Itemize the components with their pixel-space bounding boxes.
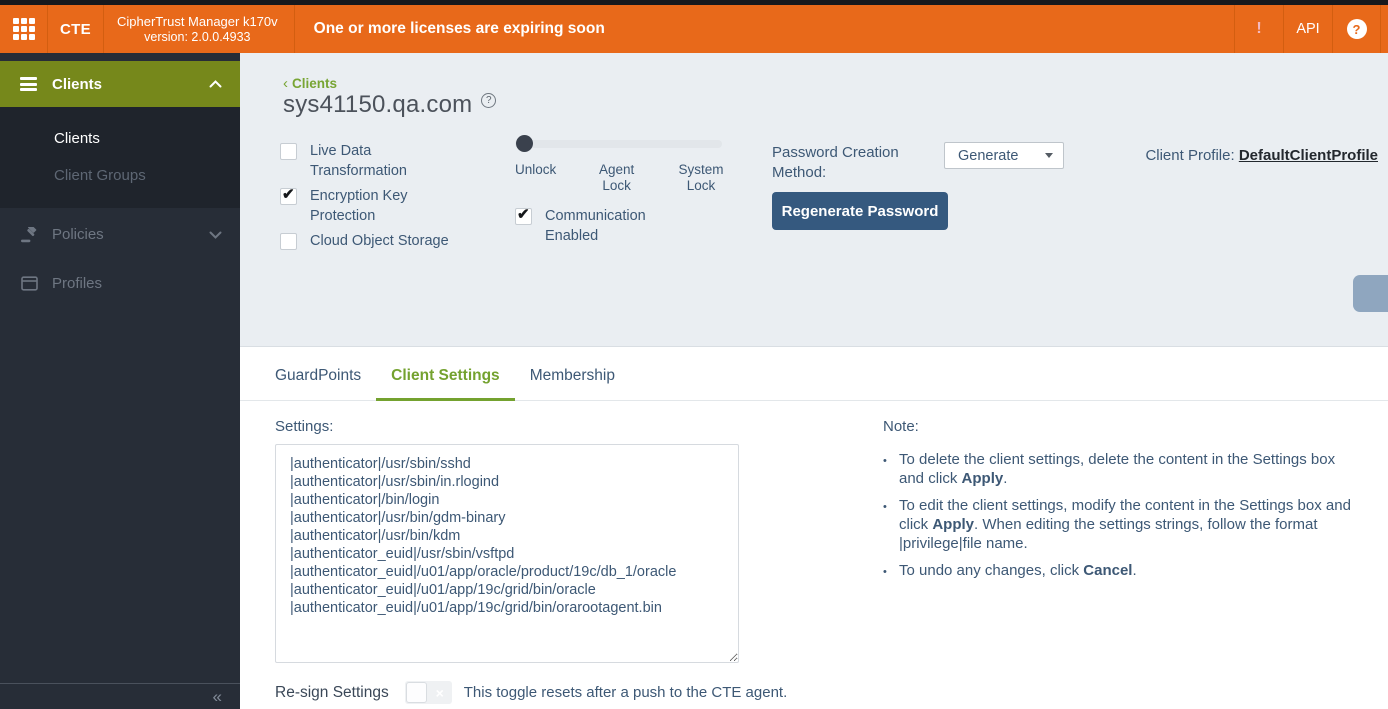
checkbox-row-live-data-transformation: Live Data Transformation [280,141,470,181]
sidebar-submenu: Clients Client Groups [0,107,240,208]
tab-bar: GuardPoints Client Settings Membership [240,347,1388,401]
bullet-icon: • [883,561,899,582]
toggle-knob [406,682,427,703]
settings-textarea[interactable]: |authenticator|/usr/sbin/sshd |authentic… [275,444,739,663]
page: CTE CipherTrust Manager k170v version: 2… [0,0,1388,709]
sidebar-item-policies[interactable]: Policies [0,212,240,257]
help-icon: ? [1347,19,1367,39]
chevron-up-icon [209,80,222,88]
note-bullet: • To undo any changes, click Cancel. [883,561,1351,582]
profiles-icon [20,276,38,291]
lock-slider: Unlock Agent Lock System Lock [515,140,725,194]
sidebar-item-client-groups[interactable]: Client Groups [0,157,240,194]
breadcrumb[interactable]: ‹Clients [283,75,337,92]
note-bullet: • To delete the client settings, delete … [883,450,1351,488]
main-content: ‹Clients sys41150.qa.com ? Live Data Tra… [240,53,1388,709]
grid-icon [13,18,35,40]
resign-settings-description: This toggle resets after a push to the C… [464,684,788,701]
lock-slider-track[interactable] [515,140,722,148]
alert-icon: ! [1256,20,1261,38]
encryption-key-protection-checkbox[interactable] [280,188,297,205]
breadcrumb-back-icon: ‹ [283,75,288,92]
bullet-icon: • [883,496,899,553]
app-header: CTE CipherTrust Manager k170v version: 2… [0,5,1388,53]
chevron-down-icon [209,231,222,239]
slider-label-system-lock: System Lock [677,162,725,194]
tab-guardpoints[interactable]: GuardPoints [260,367,376,401]
sidebar-item-profiles[interactable]: Profiles [0,261,240,306]
product-abbr: CTE [48,5,104,53]
alert-button[interactable]: ! [1234,5,1283,53]
client-profile-row: Client Profile: DefaultClientProfile [1145,147,1378,164]
lock-slider-knob[interactable] [516,135,533,152]
sidebar-footer: « [0,683,240,709]
gavel-icon [20,227,38,243]
dropdown-caret-icon [1045,153,1053,158]
regenerate-password-button[interactable]: Regenerate Password [772,192,948,230]
client-summary-panel: ‹Clients sys41150.qa.com ? Live Data Tra… [240,53,1388,347]
password-creation-method-label: Password Creation Method: [772,143,912,183]
resign-settings-row: Re-sign Settings × This toggle resets af… [275,681,1388,704]
sidebar-group-clients[interactable]: Clients [0,61,240,107]
resign-settings-label: Re-sign Settings [275,684,389,702]
feature-checkbox-group: Live Data Transformation Encryption Key … [280,141,470,256]
settings-label: Settings: [275,418,739,435]
product-name: CipherTrust Manager k170v [117,14,278,30]
sidebar: Clients Clients Client Groups Policies [0,53,240,709]
page-title: sys41150.qa.com [283,91,472,119]
checkbox-row-communication-enabled: Communication Enabled [515,206,675,246]
bullet-icon: • [883,450,899,488]
note-bullet: • To edit the client settings, modify th… [883,496,1351,553]
license-warning-banner[interactable]: One or more licenses are expiring soon [314,5,605,53]
client-profile-link[interactable]: DefaultClientProfile [1239,147,1378,164]
version-info: CipherTrust Manager k170v version: 2.0.0… [104,5,295,53]
help-button[interactable]: ? [1332,5,1381,53]
checkbox-row-encryption-key-protection: Encryption Key Protection [280,186,470,226]
clients-list-icon [20,75,37,94]
note-panel: Note: • To delete the client settings, d… [883,418,1351,668]
note-heading: Note: [883,418,1351,435]
client-detail-panel: GuardPoints Client Settings Membership S… [240,347,1388,709]
tab-client-settings[interactable]: Client Settings [376,367,515,401]
slider-label-agent-lock: Agent Lock [593,162,641,194]
cloud-object-storage-checkbox[interactable] [280,233,297,250]
right-edge-handle[interactable] [1353,275,1388,312]
sidebar-item-clients[interactable]: Clients [0,120,240,157]
title-help-icon[interactable]: ? [481,93,496,108]
communication-enabled-checkbox[interactable] [515,208,532,225]
password-method-select[interactable]: Generate [944,142,1064,169]
checkbox-row-cloud-object-storage: Cloud Object Storage [280,231,470,251]
tab-membership[interactable]: Membership [515,367,630,401]
version-number: version: 2.0.0.4933 [144,30,250,45]
slider-label-unlock: Unlock [515,162,556,194]
resign-settings-toggle[interactable]: × [405,681,452,704]
collapse-sidebar-button[interactable]: « [213,688,222,705]
app-switcher-button[interactable] [0,5,48,53]
live-data-transformation-checkbox[interactable] [280,143,297,160]
toggle-off-icon: × [428,681,452,704]
api-button[interactable]: API [1283,5,1332,53]
